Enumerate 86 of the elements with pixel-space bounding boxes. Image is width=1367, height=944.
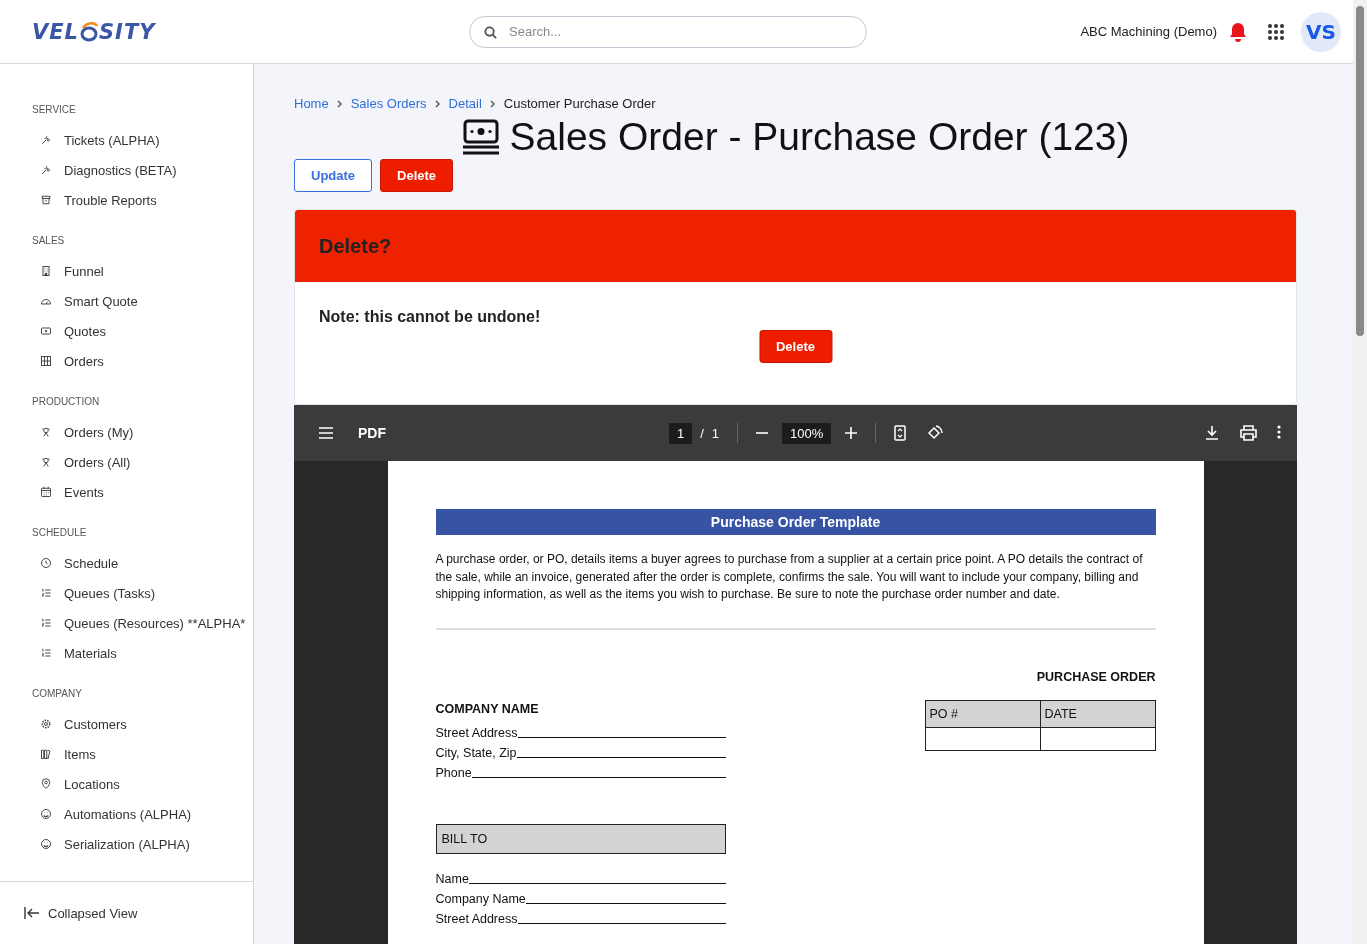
sidebar-item[interactable]: Automations (ALPHA): [32, 799, 253, 829]
table-header-cell: DATE: [1040, 700, 1155, 727]
section-heading: PRODUCTION: [32, 396, 101, 407]
document-heading: Purchase Order Template: [435, 509, 1156, 535]
form-field-label: Street Address: [435, 911, 518, 926]
sidebar-item[interactable]: Orders (All): [32, 447, 253, 477]
sidebar-item[interactable]: Smart Quote: [32, 286, 253, 316]
sidebar-item[interactable]: Queues (Resources) **ALPHA*: [32, 608, 253, 638]
calendar-icon: [40, 486, 52, 498]
sidebar-item[interactable]: Customers: [32, 709, 253, 739]
page-number-field[interactable]: 1: [669, 422, 693, 444]
user-avatar[interactable]: VS: [1301, 11, 1341, 52]
sidebar-item[interactable]: Serialization (ALPHA): [32, 829, 253, 859]
sidebar-item[interactable]: Locations: [32, 769, 253, 799]
sidebar-item[interactable]: Events: [32, 477, 253, 507]
dialog-title: Delete?: [295, 210, 1296, 282]
confirm-delete-button[interactable]: Delete: [759, 330, 832, 363]
organization-name[interactable]: ABC Machining (Demo): [1080, 24, 1217, 39]
face-icon: [40, 808, 52, 820]
section-heading: SCHEDULE: [32, 527, 88, 538]
company-heading: COMPANY NAME: [435, 701, 540, 716]
document-paragraph: A purchase order, or PO, details items a buyer agrees to purchase from a supplier at a certain price point. A PO details the contract of the sale, while an invoice, generated after the order is complete, confirms the sale. You will want to include your company, billing and shipping information, as well as the items you wish to purchase. Be sure to note the purchase order number and date.: [435, 551, 1144, 603]
pin-icon: [40, 778, 52, 790]
collapse-link[interactable]: Collapsed View: [48, 905, 138, 921]
table-header-cell: PO #: [925, 700, 1040, 727]
more-icon[interactable]: [1277, 425, 1281, 439]
list-icon: [40, 617, 52, 629]
pdf-title: PDF: [358, 425, 386, 441]
building-icon: [40, 265, 52, 277]
download-icon[interactable]: [1204, 425, 1220, 441]
sidebar-item[interactable]: Orders (My): [32, 417, 253, 447]
form-field-label: City, State, Zip: [435, 745, 517, 760]
breadcrumb-link[interactable]: Detail: [448, 96, 482, 111]
chevron-icon: [434, 99, 441, 108]
archive-icon: [40, 194, 52, 206]
grid-icon: [40, 355, 52, 367]
form-field-label: Street Address: [435, 725, 518, 740]
sidebar-item[interactable]: Funnel: [32, 256, 253, 286]
zoom-field[interactable]: 100%: [782, 422, 832, 444]
page-separator: /: [700, 425, 704, 441]
delete-button[interactable]: Delete: [380, 159, 454, 192]
purchase-order-label: PURCHASE ORDER: [1035, 669, 1156, 684]
cash-icon: [461, 119, 500, 155]
page-total: 1: [711, 425, 720, 441]
apps-grid-icon[interactable]: [1267, 22, 1285, 41]
zoom-in-icon[interactable]: [845, 427, 858, 439]
breadcrumb-link[interactable]: Home: [294, 96, 329, 111]
bell-icon[interactable]: [1229, 21, 1247, 42]
chevron-icon: [336, 99, 343, 108]
update-button[interactable]: Update: [294, 159, 373, 192]
menu-icon[interactable]: [318, 427, 334, 439]
print-icon[interactable]: [1240, 425, 1257, 441]
cash-icon: [40, 325, 52, 337]
breadcrumb-link[interactable]: Sales Orders: [350, 96, 427, 111]
gear-icon: [40, 718, 52, 730]
books-icon: [40, 748, 52, 760]
clock-icon: [40, 557, 52, 569]
sidebar-item[interactable]: Schedule: [32, 548, 253, 578]
warning-note: Note: this cannot be undone!: [319, 308, 542, 326]
sidebar-item[interactable]: Quotes: [32, 316, 253, 346]
section-heading: SERVICE: [32, 104, 77, 115]
form-field-label: Phone: [435, 765, 472, 780]
form-field-label: Company Name: [435, 891, 526, 906]
collapse-icon[interactable]: [24, 907, 40, 919]
sidebar-item[interactable]: Items: [32, 739, 253, 769]
face-icon: [40, 838, 52, 850]
search-field[interactable]: Search...: [469, 15, 867, 48]
sidebar-item[interactable]: Trouble Reports: [32, 185, 253, 215]
sidebar-item[interactable]: Orders: [32, 346, 253, 376]
list-icon: [40, 587, 52, 599]
scrollbar[interactable]: [1353, 0, 1367, 944]
page-title: Sales Order - Purchase Order (123): [509, 115, 1130, 159]
breadcrumb-current: Customer Purchase Order: [503, 96, 656, 111]
chevron-icon: [489, 99, 496, 108]
bill-to-heading: BILL TO: [435, 823, 726, 854]
sidebar-item[interactable]: Tickets (ALPHA): [32, 125, 253, 155]
section-heading: SALES: [32, 235, 66, 246]
sidebar-item[interactable]: Queues (Tasks): [32, 578, 253, 608]
fit-page-icon[interactable]: [894, 425, 907, 441]
list-icon: [40, 647, 52, 659]
form-field-label: Name: [435, 871, 469, 886]
sidebar-item[interactable]: Materials: [32, 638, 253, 668]
logo[interactable]: VEL SITY: [32, 19, 469, 44]
section-heading: COMPANY: [32, 688, 83, 699]
rotate-icon[interactable]: [926, 424, 945, 442]
sidebar-item[interactable]: Diagnostics (BETA): [32, 155, 253, 185]
